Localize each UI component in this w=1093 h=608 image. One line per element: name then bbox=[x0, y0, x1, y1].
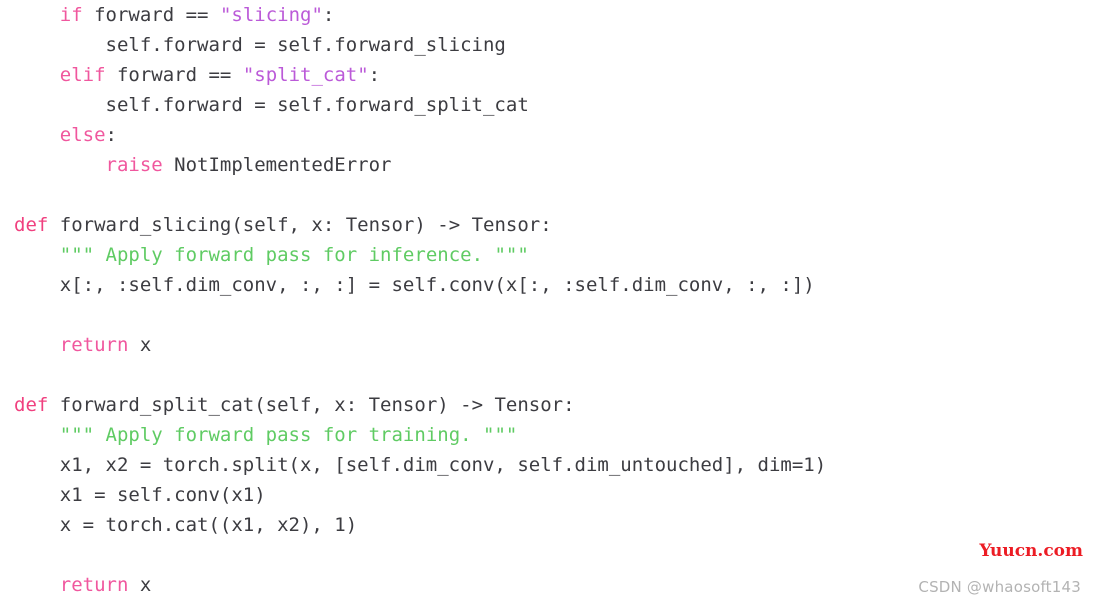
code-token-str: "split_cat" bbox=[242, 64, 369, 86]
code-token-plain: forward_split_cat(self, x: Tensor) -> Te… bbox=[48, 394, 575, 416]
code-token-plain: x1, x2 = torch.split(x, [self.dim_conv, … bbox=[14, 454, 827, 476]
code-token-plain: forward_slicing(self, x: Tensor) -> Tens… bbox=[48, 214, 552, 236]
code-token-plain: : bbox=[368, 64, 381, 86]
code-token-kw: return bbox=[59, 574, 129, 596]
code-line: x[:, :self.dim_conv, :, :] = self.conv(x… bbox=[0, 270, 1093, 300]
code-token-kw: elif bbox=[59, 64, 106, 86]
code-listing[interactable]: if forward == "slicing": self.forward = … bbox=[0, 0, 1093, 600]
code-token-def: def bbox=[14, 394, 49, 416]
code-token-plain: NotImplementedError bbox=[162, 154, 392, 176]
code-token-plain: forward == bbox=[82, 4, 220, 26]
code-token-doc: """ Apply forward pass for inference. ""… bbox=[59, 244, 529, 266]
code-token-plain: x = torch.cat((x1, x2), 1) bbox=[14, 514, 358, 536]
watermark-csdn: CSDN @whaosoft143 bbox=[918, 578, 1081, 596]
code-line: def forward_slicing(self, x: Tensor) -> … bbox=[0, 210, 1093, 240]
code-line: if forward == "slicing": bbox=[0, 0, 1093, 30]
code-token-kw: return bbox=[59, 334, 129, 356]
code-line: """ Apply forward pass for inference. ""… bbox=[0, 240, 1093, 270]
code-token-plain: x bbox=[128, 574, 152, 596]
code-token-doc: """ Apply forward pass for training. """ bbox=[59, 424, 518, 446]
code-token-plain: x1 = self.conv(x1) bbox=[14, 484, 266, 506]
code-token-kw: else bbox=[59, 124, 106, 146]
code-token-def: def bbox=[14, 214, 49, 236]
code-line: x1, x2 = torch.split(x, [self.dim_conv, … bbox=[0, 450, 1093, 480]
code-token-plain: self.forward = self.forward_split_cat bbox=[14, 94, 529, 116]
code-screenshot: if forward == "slicing": self.forward = … bbox=[0, 0, 1093, 608]
code-line: def forward_split_cat(self, x: Tensor) -… bbox=[0, 390, 1093, 420]
code-line: self.forward = self.forward_split_cat bbox=[0, 90, 1093, 120]
code-token-plain: x[:, :self.dim_conv, :, :] = self.conv(x… bbox=[14, 274, 815, 296]
code-line: else: bbox=[0, 120, 1093, 150]
code-token-kw: raise bbox=[105, 154, 163, 176]
code-line: return x bbox=[0, 330, 1093, 360]
code-line: x1 = self.conv(x1) bbox=[0, 480, 1093, 510]
code-line: elif forward == "split_cat": bbox=[0, 60, 1093, 90]
watermark-yuucn: Yuucn.com bbox=[979, 541, 1083, 561]
code-line: raise NotImplementedError bbox=[0, 150, 1093, 180]
code-line: """ Apply forward pass for training. """ bbox=[0, 420, 1093, 450]
code-token-plain: : bbox=[322, 4, 335, 26]
code-line: self.forward = self.forward_slicing bbox=[0, 30, 1093, 60]
code-token-plain: forward == bbox=[105, 64, 243, 86]
code-token-kw: if bbox=[59, 4, 83, 26]
code-line: x = torch.cat((x1, x2), 1) bbox=[0, 510, 1093, 540]
code-token-plain: x bbox=[128, 334, 152, 356]
code-token-plain: self.forward = self.forward_slicing bbox=[14, 34, 506, 56]
code-token-plain: : bbox=[105, 124, 117, 146]
code-token-str: "slicing" bbox=[219, 4, 323, 26]
